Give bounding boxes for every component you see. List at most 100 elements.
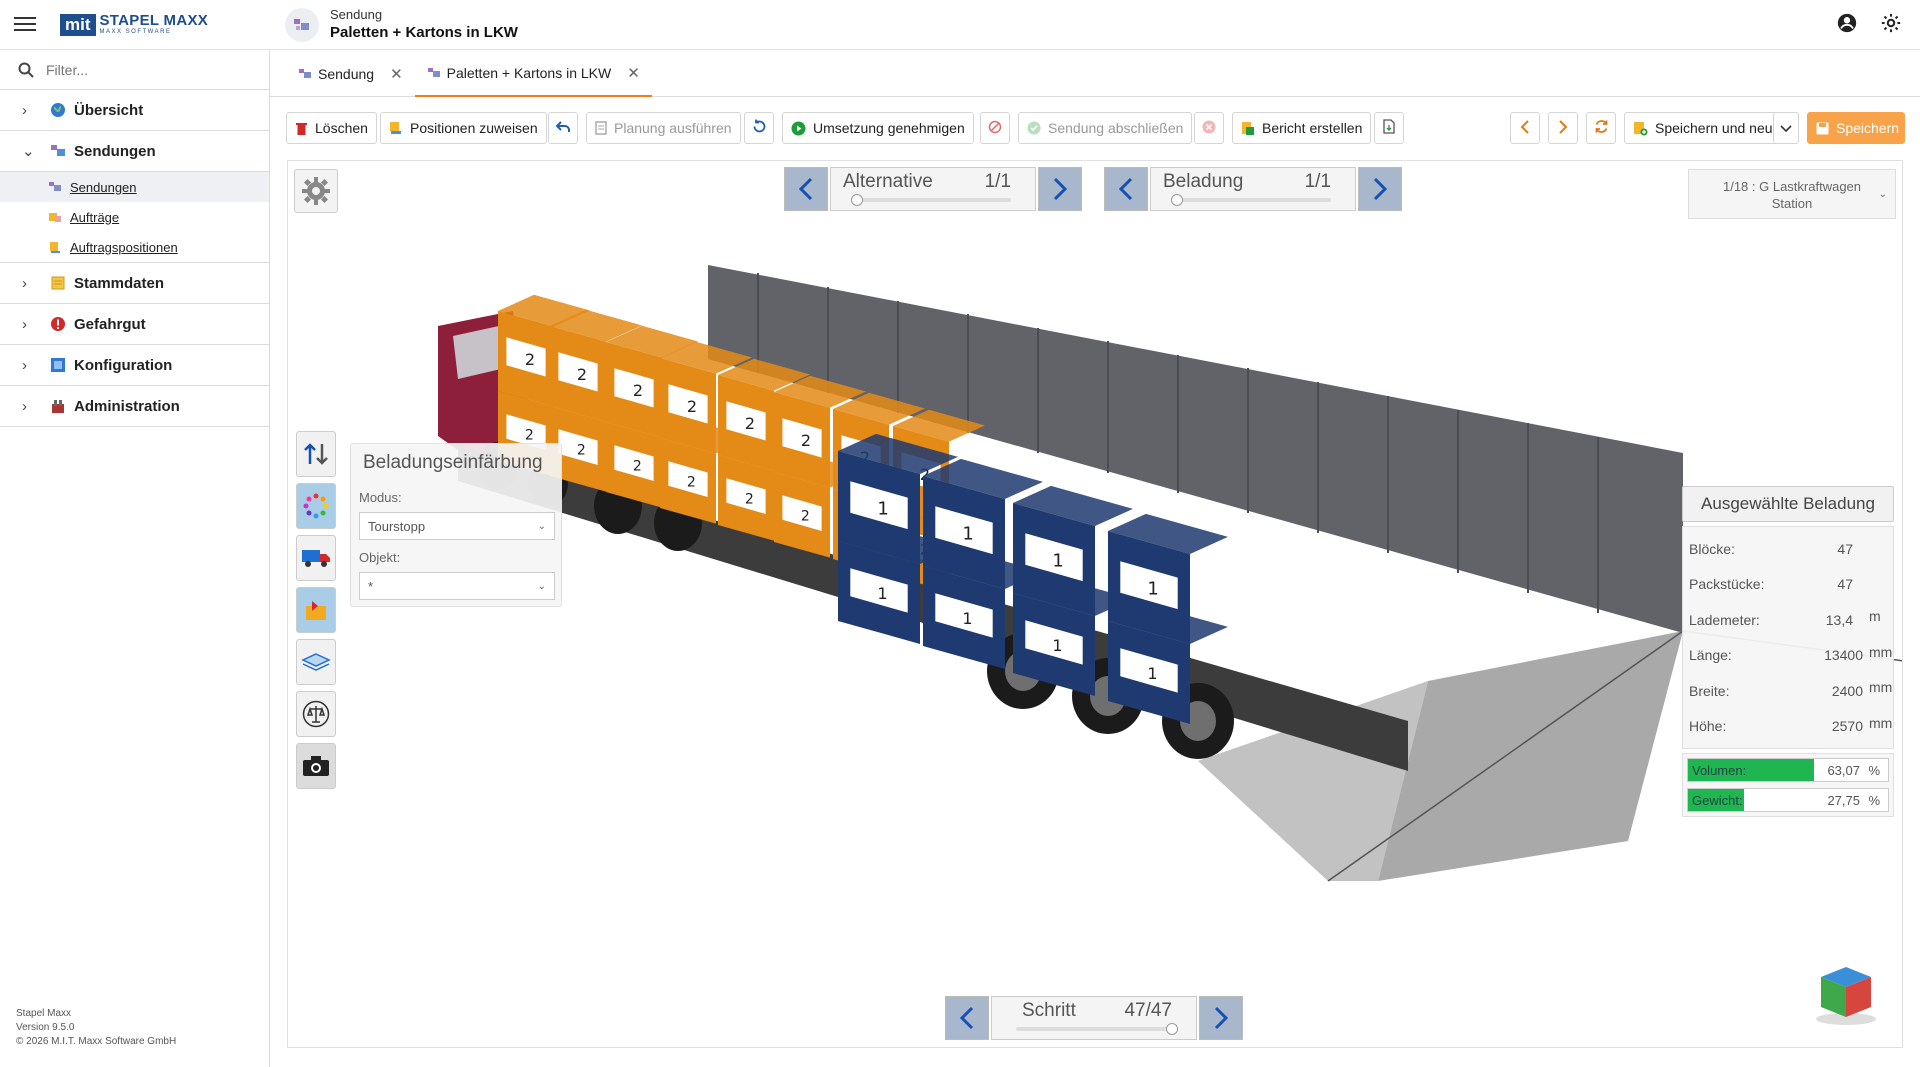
cargo-box-number: 2 [801,508,810,524]
alternative-label: Alternative [843,171,933,192]
volume-bar: Volumen: 63,07 % [1687,758,1889,782]
navigation-cube-icon[interactable] [1813,961,1879,1027]
selected-loading-title[interactable]: Ausgewählte Beladung [1682,486,1894,522]
refresh-button[interactable] [1586,112,1616,144]
cargo-box-number: 2 [801,431,811,450]
cargo-box-number: 2 [525,427,534,443]
viewer-side-tools [296,431,336,795]
close-icon[interactable]: ✕ [627,64,640,82]
create-report-button[interactable]: Bericht erstellen [1232,112,1372,144]
coloring-tool-button[interactable] [296,483,336,529]
viewer-settings-button[interactable] [294,169,338,213]
run-planning-button[interactable]: Planung ausführen [586,112,741,144]
menu-icon[interactable] [14,14,36,34]
sidebar-subitem-auftraege[interactable]: Aufträge [0,202,269,232]
chevron-right-icon: › [22,356,27,374]
chevron-down-icon: ⌄ [537,581,546,592]
sidebar-item-stammdaten[interactable]: › Stammdaten [0,263,269,304]
sidebar-subitem-auftragspositionen[interactable]: Auftragspositionen [0,232,269,262]
sidebar-item-uebersicht[interactable]: › Übersicht [0,90,269,131]
report-icon [1241,121,1255,136]
step-prev-button[interactable] [945,996,989,1040]
beladung-slider-knob[interactable] [1171,194,1183,206]
trash-icon [295,121,308,136]
button-label: Löschen [315,120,368,136]
user-icon[interactable] [1836,12,1858,34]
chevron-right-icon [1053,177,1068,201]
alternative-next-button[interactable] [1038,167,1082,211]
undo-button[interactable] [548,112,578,144]
layers-tool-button[interactable] [296,639,336,685]
alternative-slider-knob[interactable] [851,194,863,206]
package-tool-button[interactable] [296,587,336,633]
complete-shipment-button[interactable]: Sendung abschließen [1018,112,1193,144]
save-options-dropdown[interactable] [1773,112,1799,144]
check-circle-icon [1027,121,1041,135]
sidebar-footer: Stapel Maxx Version 9.5.0 © 2026 M.I.T. … [16,1007,176,1049]
mode-value: Tourstopp [368,519,426,534]
beladung-label: Beladung [1163,171,1244,192]
cargo-box-number: 2 [745,414,755,433]
truck-tool-button[interactable] [296,535,336,581]
filter-input[interactable] [46,61,246,78]
assign-positions-button[interactable]: Positionen zuweisen [380,112,547,144]
sidebar-item-label: Gefahrgut [74,315,146,333]
sidebar-item-label: Stammdaten [74,274,165,292]
sidebar-item-konfiguration[interactable]: › Konfiguration [0,345,269,386]
settings-gear-icon[interactable] [1880,12,1902,34]
step-slider-track [1016,1027,1172,1031]
footer-copyright: © 2026 M.I.T. Maxx Software GmbH [16,1036,177,1047]
button-label: Positionen zuweisen [410,120,538,136]
close-icon[interactable]: ✕ [390,65,403,83]
tab-sendung[interactable]: Sendung ✕ [286,51,415,97]
coloring-title: Beladungseinfärbung [363,452,543,473]
alternative-prev-button[interactable] [784,167,828,211]
screenshot-tool-button[interactable] [296,743,336,789]
chevron-left-icon [959,1006,974,1030]
beladung-next-button[interactable] [1358,167,1402,211]
previous-button[interactable] [1510,112,1540,144]
stat-unit: mm [1869,643,1893,660]
undo-icon [555,120,570,136]
load-3d-viewport[interactable]: 2222222222222222 11111111 Alternative 1/… [287,160,1903,1048]
reset-button[interactable] [744,112,774,144]
step-slider-knob[interactable] [1166,1023,1178,1035]
sendungen-subitems: Sendungen Aufträge Auftragspositionen [0,172,269,263]
container-ramp [1378,631,1683,881]
chevron-left-icon [1520,119,1530,137]
sidebar-item-sendungen[interactable]: ⌄ Sendungen [0,131,269,172]
sidebar-subitem-sendungen[interactable]: Sendungen [0,172,269,202]
app-logo[interactable]: mit STAPEL MAXX MAXX SOFTWARE [60,12,208,38]
sort-tool-button[interactable] [296,431,336,477]
tab-bar: Sendung ✕ Paletten + Kartons in LKW ✕ [270,51,1920,97]
cargo-box-number: 1 [962,609,972,628]
object-select[interactable]: * ⌄ [359,572,555,600]
discard-button[interactable] [1194,112,1224,144]
tab-paletten-kartons[interactable]: Paletten + Kartons in LKW ✕ [414,51,652,97]
beladung-slider-track [1175,198,1331,202]
mode-select[interactable]: Tourstopp ⌄ [359,512,555,540]
database-icon [50,275,66,291]
cancel-button[interactable] [980,112,1010,144]
chevron-down-icon [1780,120,1792,136]
sidebar-item-gefahrgut[interactable]: › Gefahrgut [0,304,269,345]
delete-button[interactable]: Löschen [286,112,377,144]
shipment-icon [298,67,312,81]
button-label: Speichern und neu [1655,120,1773,136]
history-icon [752,119,767,137]
sidebar-subitem-label: Sendungen [70,179,137,195]
block-icon [988,120,1002,137]
approve-implementation-button[interactable]: Umsetzung genehmigen [782,112,974,144]
tour-stop-select[interactable]: 1/18 : G Lastkraftwagen Station ⌄ [1688,169,1896,219]
chevron-left-icon [798,177,813,201]
export-document-button[interactable] [1374,112,1404,144]
next-button[interactable] [1548,112,1578,144]
sidebar-item-administration[interactable]: › Administration [0,386,269,427]
selected-loading-panel: Ausgewählte Beladung Blöcke: 47 Packstück… [1682,486,1894,817]
step-next-button[interactable] [1199,996,1243,1040]
beladung-prev-button[interactable] [1104,167,1148,211]
save-button[interactable]: Speichern [1807,112,1905,144]
balance-tool-button[interactable] [296,691,336,737]
button-label: Planung ausführen [614,120,732,136]
admin-icon [50,398,66,414]
